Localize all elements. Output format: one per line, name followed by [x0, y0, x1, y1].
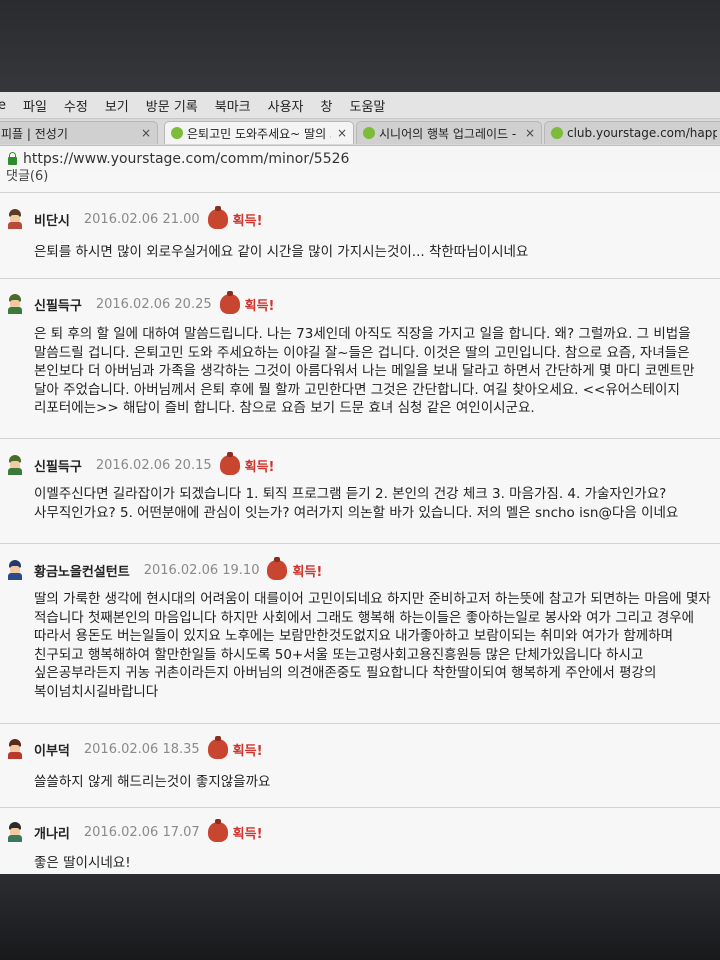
comment-date: 2016.02.06 20.25: [95, 296, 212, 312]
comment-date: 2016.02.06 17.07: [83, 824, 200, 840]
comment-item: 신필득구 2016.02.06 20.15 획득! 이멜주신다면 길라잡이가 되…: [0, 438, 720, 543]
comment-header: 황금노을컨설턴트 2016.02.06 19.10 획득!: [6, 557, 323, 581]
comment-date: 2016.02.06 19.10: [143, 562, 260, 578]
avatar: [6, 455, 24, 475]
menu-view[interactable]: 보기: [105, 96, 129, 115]
site-favicon-icon: [551, 127, 563, 139]
monitor-bezel-bottom: [0, 874, 720, 960]
reward-bag-icon: [219, 291, 240, 314]
comment-header: 이부덕 2016.02.06 18.35 획득!: [6, 736, 263, 760]
comment-item: 신필득구 2016.02.06 20.25 획득! 은 퇴 후의 할 일에 대하…: [0, 278, 720, 438]
site-favicon-icon: [363, 127, 375, 139]
comment-date: 2016.02.06 21.00: [83, 211, 200, 227]
comment-text: 은퇴를 하시면 많이 외로우실거에요 같이 시간을 많이 가지시는것이... 착…: [34, 244, 529, 260]
tab-title: 피플 | 전성기: [1, 126, 68, 141]
award-label: 획득!: [244, 459, 275, 475]
comment-author[interactable]: 신필득구: [34, 295, 82, 314]
menu-bar: e 파일 수정 보기 방문 기록 북마크 사용자 창 도움말: [0, 92, 720, 119]
tab-4[interactable]: club.yourstage.com/happ: [544, 121, 720, 144]
award-label: 획득!: [232, 826, 263, 842]
site-favicon-icon: [171, 127, 183, 139]
comment-page: 댓글(6) 비단시 2016.02.06 21.00 획득! 은퇴를 하시면 많…: [0, 169, 720, 874]
comment-author[interactable]: 개나리: [34, 823, 70, 842]
browser-window: e 파일 수정 보기 방문 기록 북마크 사용자 창 도움말 피플 | 전성기 …: [0, 92, 720, 874]
comment-text: 쓸쓸하지 않게 해드리는것이 좋지않을까요: [34, 774, 271, 790]
menu-app[interactable]: e: [0, 98, 6, 113]
tab-1[interactable]: 피플 | 전성기 ×: [0, 121, 158, 144]
close-icon[interactable]: ×: [525, 126, 535, 140]
comment-count: 댓글(6): [6, 169, 49, 184]
comment-author[interactable]: 비단시: [34, 210, 70, 229]
reward-bag-icon: [207, 819, 228, 842]
comment-author[interactable]: 이부덕: [34, 740, 70, 759]
tab-title: club.yourstage.com/happ: [567, 126, 717, 140]
award-label: 획득!: [244, 298, 275, 314]
reward-bag-icon: [207, 206, 228, 229]
comment-date: 2016.02.06 20.15: [95, 457, 212, 473]
menu-edit[interactable]: 수정: [64, 96, 88, 115]
tab-bar: 피플 | 전성기 × 은퇴고민 도와주세요~ 딸의 고민 × 시니어의 행복 업…: [0, 119, 720, 146]
address-bar[interactable]: https://www.yourstage.com/comm/minor/552…: [0, 146, 720, 173]
close-icon[interactable]: ×: [141, 126, 151, 140]
comment-item: 이부덕 2016.02.06 18.35 획득! 쓸쓸하지 않게 해드리는것이 …: [0, 723, 720, 807]
menu-help[interactable]: 도움말: [350, 96, 386, 115]
menu-history[interactable]: 방문 기록: [146, 96, 198, 115]
menu-bookmarks[interactable]: 북마크: [215, 96, 251, 115]
award-label: 획득!: [292, 564, 323, 580]
reward-bag-icon: [267, 557, 288, 580]
comment-item: 황금노을컨설턴트 2016.02.06 19.10 획득! 딸의 가룩한 생각에…: [0, 543, 720, 723]
close-icon[interactable]: ×: [337, 126, 347, 140]
menu-file[interactable]: 파일: [23, 96, 47, 115]
award-label: 획득!: [232, 213, 263, 229]
award-label: 획득!: [232, 743, 263, 759]
avatar: [6, 294, 24, 314]
comment-text: 딸의 가룩한 생각에 현시대의 어려움이 대를이어 고민이되네요 하지만 준비하…: [34, 591, 711, 700]
tab-title: 은퇴고민 도와주세요~ 딸의 고민: [187, 126, 331, 141]
monitor-bezel-top: [0, 0, 720, 92]
comment-author[interactable]: 황금노을컨설턴트: [34, 561, 130, 580]
avatar: [6, 822, 24, 842]
comment-header: 신필득구 2016.02.06 20.25 획득!: [6, 291, 275, 315]
comment-text: 은 퇴 후의 할 일에 대하여 말씀드립니다. 나는 73세인데 아직도 직장을…: [34, 326, 695, 416]
menu-window[interactable]: 창: [321, 96, 333, 115]
comment-header: 신필득구 2016.02.06 20.15 획득!: [6, 452, 275, 476]
comment-item: 비단시 2016.02.06 21.00 획득! 은퇴를 하시면 많이 외로우실…: [0, 192, 720, 278]
tab-3[interactable]: 시니어의 행복 업그레이드 - 위 ×: [356, 121, 542, 144]
comment-header: 개나리 2016.02.06 17.07 획득!: [6, 819, 263, 843]
lock-icon: [8, 152, 17, 165]
url-text[interactable]: https://www.yourstage.com/comm/minor/552…: [23, 151, 349, 167]
reward-bag-icon: [219, 452, 240, 475]
avatar: [6, 560, 24, 580]
avatar: [6, 739, 24, 759]
comment-date: 2016.02.06 18.35: [83, 741, 200, 757]
tab-2[interactable]: 은퇴고민 도와주세요~ 딸의 고민 ×: [164, 121, 354, 144]
comment-text: 이멜주신다면 길라잡이가 되겠습니다 1. 퇴직 프로그램 듣기 2. 본인의 …: [34, 486, 679, 521]
comment-item: 개나리 2016.02.06 17.07 획득! 좋은 딸이시네요!: [0, 807, 720, 874]
tab-title: 시니어의 행복 업그레이드 - 위: [379, 126, 519, 141]
comment-text: 좋은 딸이시네요!: [34, 855, 131, 871]
comment-header: 비단시 2016.02.06 21.00 획득!: [6, 206, 263, 230]
menu-user[interactable]: 사용자: [268, 96, 304, 115]
avatar: [6, 209, 24, 229]
comment-author[interactable]: 신필득구: [34, 456, 82, 475]
reward-bag-icon: [207, 736, 228, 759]
